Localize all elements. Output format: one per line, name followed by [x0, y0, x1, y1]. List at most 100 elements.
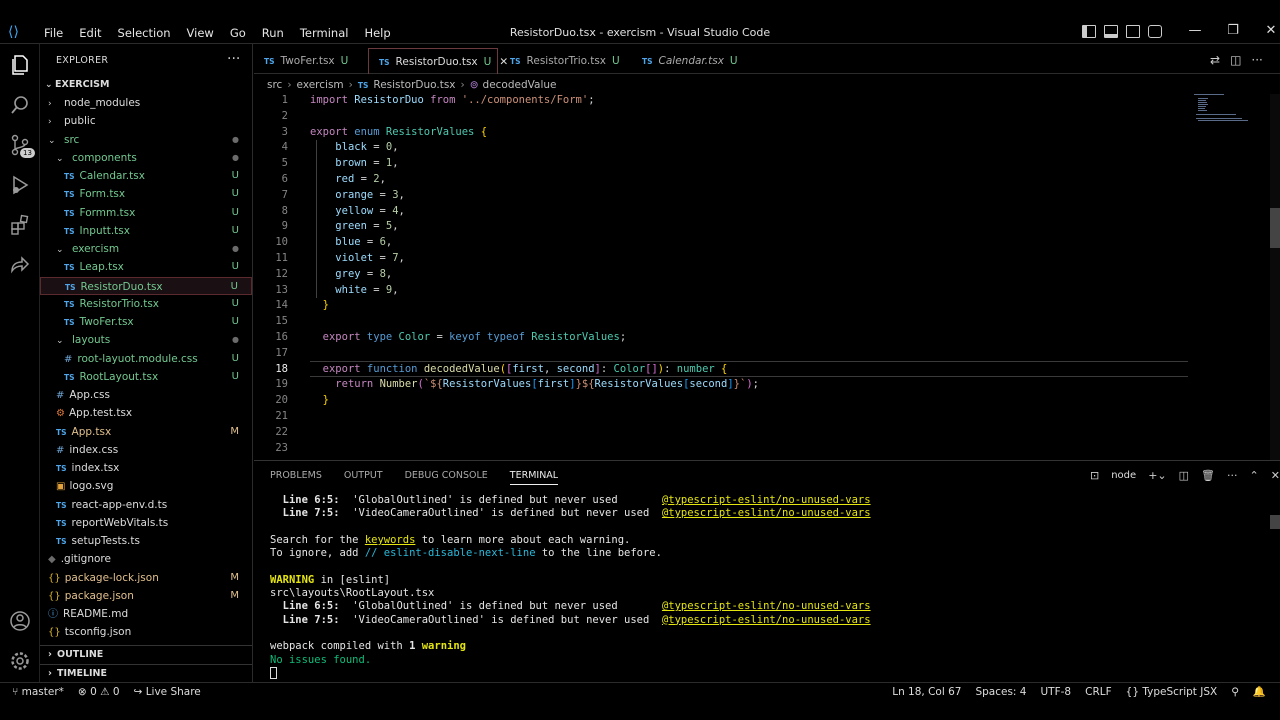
- menu-terminal[interactable]: Terminal: [292, 26, 357, 40]
- close-window-button[interactable]: ✕: [1252, 23, 1280, 38]
- file-item[interactable]: ⓘ README.md: [40, 605, 252, 623]
- file-item[interactable]: TS Leap.tsx U: [40, 258, 252, 276]
- branch-indicator[interactable]: ⑂ master*: [12, 683, 64, 701]
- scrollbar-thumb[interactable]: [1270, 208, 1280, 248]
- folder-item[interactable]: › public: [40, 112, 252, 130]
- explorer-icon[interactable]: [8, 54, 32, 78]
- scrollbar-thumb[interactable]: [1270, 515, 1280, 529]
- kill-terminal-icon[interactable]: 🗑: [1201, 469, 1215, 482]
- folder-item[interactable]: › node_modules: [40, 94, 252, 112]
- restore-button[interactable]: ❐: [1214, 23, 1252, 38]
- menu-run[interactable]: Run: [254, 26, 292, 40]
- file-item[interactable]: {} tsconfig.json: [40, 623, 252, 641]
- indentation[interactable]: Spaces: 4: [975, 683, 1026, 701]
- account-icon[interactable]: [8, 610, 32, 634]
- file-item[interactable]: TS App.tsx M: [40, 423, 252, 441]
- chevron-down-icon[interactable]: ⌄: [56, 332, 66, 350]
- maximize-panel-icon[interactable]: ⌃: [1250, 469, 1259, 482]
- new-terminal-icon[interactable]: +⌄: [1148, 469, 1166, 482]
- split-editor-icon[interactable]: ◫: [1230, 53, 1241, 67]
- more-actions-icon[interactable]: ···: [1251, 53, 1262, 67]
- file-item[interactable]: ⚙ App.test.tsx: [40, 404, 252, 422]
- file-item[interactable]: TS setupTests.ts: [40, 532, 252, 550]
- chevron-down-icon[interactable]: ⌄: [48, 132, 58, 150]
- menu-view[interactable]: View: [179, 26, 222, 40]
- file-item[interactable]: TS Formm.tsx U: [40, 204, 252, 222]
- breadcrumb-file[interactable]: ResistorDuo.tsx: [373, 79, 455, 91]
- terminal-prompt-line[interactable]: [270, 666, 1250, 680]
- file-item[interactable]: TS reportWebVitals.ts: [40, 514, 252, 532]
- minimap[interactable]: [1194, 94, 1264, 154]
- file-item[interactable]: ▣ logo.svg: [40, 477, 252, 495]
- live-share-button[interactable]: ↪ Live Share: [134, 683, 201, 701]
- minimize-button[interactable]: —: [1176, 23, 1214, 38]
- tab-calendar[interactable]: TS Calendar.tsx U: [632, 48, 750, 74]
- file-item[interactable]: TS Inputt.tsx U: [40, 222, 252, 240]
- tab-output[interactable]: OUTPUT: [344, 467, 383, 485]
- file-item[interactable]: TS TwoFer.tsx U: [40, 313, 252, 331]
- tab-debug-console[interactable]: DEBUG CONSOLE: [405, 467, 488, 485]
- cursor-position[interactable]: Ln 18, Col 67: [892, 683, 961, 701]
- chevron-down-icon[interactable]: ⌄: [56, 150, 66, 168]
- close-panel-icon[interactable]: ✕: [1271, 469, 1280, 482]
- toggle-secondary-sidebar-icon[interactable]: [1126, 25, 1140, 38]
- outline-section[interactable]: › OUTLINE: [40, 645, 252, 663]
- chevron-right-icon[interactable]: ›: [48, 113, 58, 131]
- chevron-right-icon[interactable]: ›: [48, 95, 58, 113]
- terminal-output[interactable]: Line 6:5: 'GlobalOutlined' is defined bu…: [270, 494, 1250, 680]
- file-item[interactable]: TS react-app-env.d.ts: [40, 496, 252, 514]
- folder-item[interactable]: ⌄ exercism ●: [40, 240, 252, 258]
- more-actions-icon[interactable]: ···: [1227, 469, 1238, 482]
- file-item[interactable]: {} package.json M: [40, 587, 252, 605]
- feedback-icon[interactable]: ⚲: [1231, 683, 1239, 701]
- menu-selection[interactable]: Selection: [110, 26, 179, 40]
- tab-problems[interactable]: PROBLEMS: [270, 467, 322, 485]
- file-item[interactable]: TS RootLayout.tsx U: [40, 368, 252, 386]
- file-item[interactable]: # root-layuot.module.css U: [40, 350, 252, 368]
- problems-indicator[interactable]: ⊗ 0 ⚠ 0: [78, 683, 120, 701]
- tab-twofer[interactable]: TS TwoFer.tsx U: [254, 48, 366, 74]
- menu-help[interactable]: Help: [356, 26, 398, 40]
- run-debug-icon[interactable]: [8, 174, 32, 198]
- file-item[interactable]: # App.css: [40, 386, 252, 404]
- search-icon[interactable]: [8, 94, 32, 118]
- file-item[interactable]: {} package-lock.json M: [40, 569, 252, 587]
- menu-go[interactable]: Go: [222, 26, 254, 40]
- folder-item[interactable]: ⌄ src ●: [40, 131, 252, 149]
- terminal-scrollbar[interactable]: [1270, 501, 1280, 681]
- language-mode[interactable]: {} TypeScript JSX: [1126, 683, 1218, 701]
- file-item[interactable]: TS ResistorDuo.tsx U: [40, 276, 252, 295]
- split-terminal-icon[interactable]: ◫: [1179, 469, 1189, 482]
- file-item[interactable]: # index.css: [40, 441, 252, 459]
- workspace-root[interactable]: ⌄ EXERCISM: [40, 76, 252, 94]
- line-ending[interactable]: CRLF: [1085, 683, 1112, 701]
- live-share-icon[interactable]: [8, 254, 32, 278]
- tab-resistorduo[interactable]: TS ResistorDuo.tsx U ✕: [368, 48, 508, 74]
- menu-file[interactable]: File: [36, 26, 71, 40]
- folder-item[interactable]: ⌄ components ●: [40, 149, 252, 167]
- file-item[interactable]: TS Calendar.tsx U: [40, 167, 252, 185]
- code-editor[interactable]: 1 import ResistorDuo from '../components/…: [254, 93, 1194, 459]
- menu-edit[interactable]: Edit: [71, 26, 109, 40]
- toggle-panel-icon[interactable]: [1104, 25, 1118, 38]
- explorer-more-actions-icon[interactable]: ···: [227, 51, 240, 67]
- tab-terminal[interactable]: TERMINAL: [509, 467, 559, 485]
- notifications-icon[interactable]: 🔔: [1253, 683, 1266, 701]
- timeline-section[interactable]: › TIMELINE: [40, 664, 252, 682]
- editor-scrollbar[interactable]: [1270, 94, 1280, 460]
- file-item[interactable]: TS index.tsx: [40, 459, 252, 477]
- manage-gear-icon[interactable]: [8, 650, 32, 674]
- file-item[interactable]: TS ResistorTrio.tsx U: [40, 295, 252, 313]
- compare-changes-icon[interactable]: ⇄: [1210, 53, 1220, 67]
- toggle-primary-sidebar-icon[interactable]: [1082, 25, 1096, 38]
- terminal-shell-name[interactable]: node: [1111, 470, 1136, 481]
- file-item[interactable]: TS Form.tsx U: [40, 185, 252, 203]
- encoding[interactable]: UTF-8: [1041, 683, 1072, 701]
- chevron-down-icon[interactable]: ⌄: [56, 241, 66, 259]
- breadcrumb-symbol[interactable]: decodedValue: [483, 79, 557, 91]
- file-item[interactable]: ◆ .gitignore: [40, 550, 252, 568]
- extensions-icon[interactable]: [8, 214, 32, 238]
- breadcrumb-src[interactable]: src: [267, 79, 282, 91]
- customize-layout-icon[interactable]: [1148, 25, 1162, 38]
- folder-item[interactable]: ⌄ layouts ●: [40, 331, 252, 349]
